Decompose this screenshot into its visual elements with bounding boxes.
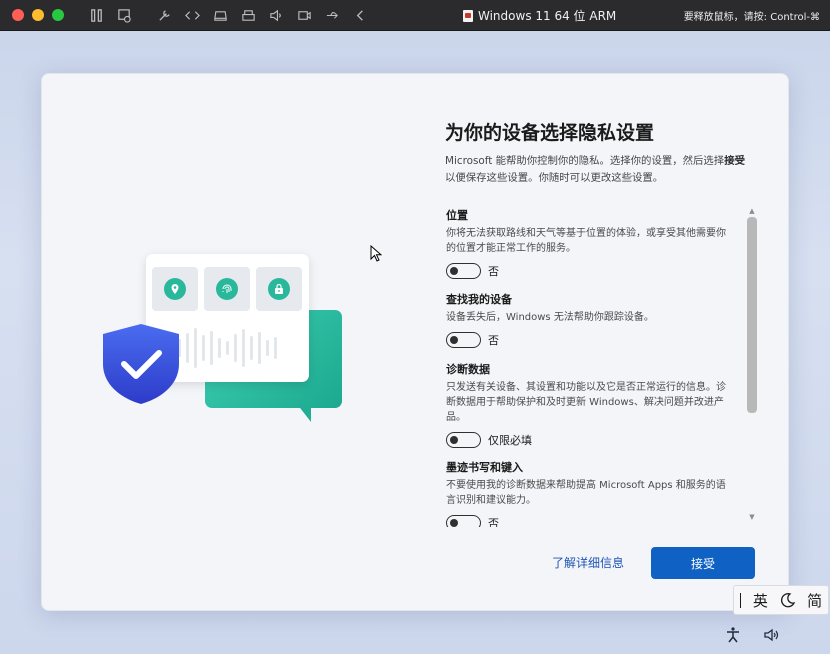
intro-part1: Microsoft 能帮助你控制你的隐私。选择你的设置，然后选择 [445,155,725,167]
setting-location: 位置 你将无法获取路线和天气等基于位置的体验，或享受其他需要你的位置才能正常工作… [446,207,731,279]
setting-description: 你将无法获取路线和天气等基于位置的体验，或享受其他需要你的位置才能正常工作的服务… [446,228,726,254]
zoom-window-button[interactable] [52,9,64,21]
vm-titlebar: Windows 11 64 位 ARM 要释放鼠标，请按: Control-⌘ [0,0,830,31]
release-mouse-hint: 要释放鼠标，请按: Control-⌘ [683,12,820,23]
back-icon[interactable] [346,5,374,25]
privacy-illustration [100,254,350,434]
ime-indicator[interactable]: 英 简 [733,585,829,615]
disk-icon[interactable] [206,5,234,25]
usb-icon[interactable] [318,5,346,25]
setting-description: 不要使用我的诊断数据来帮助提高 Microsoft Apps 和服务的语言识别和… [446,480,726,506]
privacy-settings-list[interactable]: 位置 你将无法获取路线和天气等基于位置的体验，或享受其他需要你的位置才能正常工作… [446,207,746,527]
ime-layout[interactable]: 简 [807,590,822,611]
minimize-window-button[interactable] [32,9,44,21]
setting-inking-typing: 墨迹书写和键入 不要使用我的诊断数据来帮助提高 Microsoft Apps 和… [446,459,731,527]
code-icon[interactable] [178,5,206,25]
toggle-state-label: 否 [488,517,499,527]
shield-check-icon [103,324,179,404]
setting-find-my-device: 查找我的设备 设备丢失后，Windows 无法帮助你跟踪设备。 否 [446,291,731,348]
chat-bubble-tail [297,404,311,422]
inking-typing-toggle[interactable] [446,515,481,527]
scroll-down-arrow-icon[interactable]: ▼ [747,513,757,521]
accessibility-icon[interactable] [724,626,742,644]
intro-text: Microsoft 能帮助你控制你的隐私。选择你的设置，然后选择接受以便保存这些… [445,153,750,187]
ime-mode[interactable]: 英 [753,590,768,611]
setting-title: 位置 [446,209,468,222]
setting-description: 设备丢失后，Windows 无法帮助你跟踪设备。 [446,312,654,323]
setting-title: 诊断数据 [446,363,490,376]
settings-scrollbar[interactable]: ▲ ▼ [745,205,758,525]
accept-button[interactable]: 接受 [651,547,755,579]
scrollbar-thumb[interactable] [747,217,757,413]
pause-icon[interactable] [82,5,110,25]
volume-icon[interactable] [763,626,781,644]
camera-icon[interactable] [290,5,318,25]
snapshot-icon[interactable] [110,5,138,25]
fingerprint-icon [204,267,250,311]
close-window-button[interactable] [12,9,24,21]
settings-icon[interactable] [150,5,178,25]
window-controls [12,9,64,21]
vm-title-text: Windows 11 64 位 ARM [478,9,617,23]
intro-part2: 以便保存这些设置。你随时可以更改这些设置。 [445,172,664,184]
printer-icon[interactable] [234,5,262,25]
toggle-state-label: 仅限必填 [488,434,532,447]
location-toggle[interactable] [446,263,481,279]
page-title: 为你的设备选择隐私设置 [445,122,655,144]
vm-title: Windows 11 64 位 ARM [463,0,616,31]
scroll-up-arrow-icon[interactable]: ▲ [747,207,757,215]
audio-wave-graphic [178,326,277,370]
moon-icon[interactable] [780,592,796,608]
toggle-state-label: 否 [488,265,499,278]
learn-more-link[interactable]: 了解详细信息 [552,554,624,571]
volume-icon[interactable] [262,5,290,25]
vm-document-icon [463,9,473,22]
mouse-cursor-icon [370,245,382,262]
setting-title: 查找我的设备 [446,293,512,306]
toggle-state-label: 否 [488,334,499,347]
setting-diagnostic-data: 诊断数据 只发送有关设备、其设置和功能以及它是否正常运行的信息。诊断数据用于帮助… [446,361,731,448]
find-my-device-toggle[interactable] [446,332,481,348]
ime-caret-icon [739,592,742,608]
setting-title: 墨迹书写和键入 [446,461,523,474]
lock-icon [256,267,302,311]
intro-accept-emphasis: 接受 [724,155,745,167]
setting-description: 只发送有关设备、其设置和功能以及它是否正常运行的信息。诊断数据用于帮助保护和及时… [446,382,726,423]
toolbar [82,5,374,25]
diagnostic-data-toggle[interactable] [446,432,481,448]
privacy-settings-card: 为你的设备选择隐私设置 Microsoft 能帮助你控制你的隐私。选择你的设置，… [41,73,789,611]
location-pin-icon [152,267,198,311]
